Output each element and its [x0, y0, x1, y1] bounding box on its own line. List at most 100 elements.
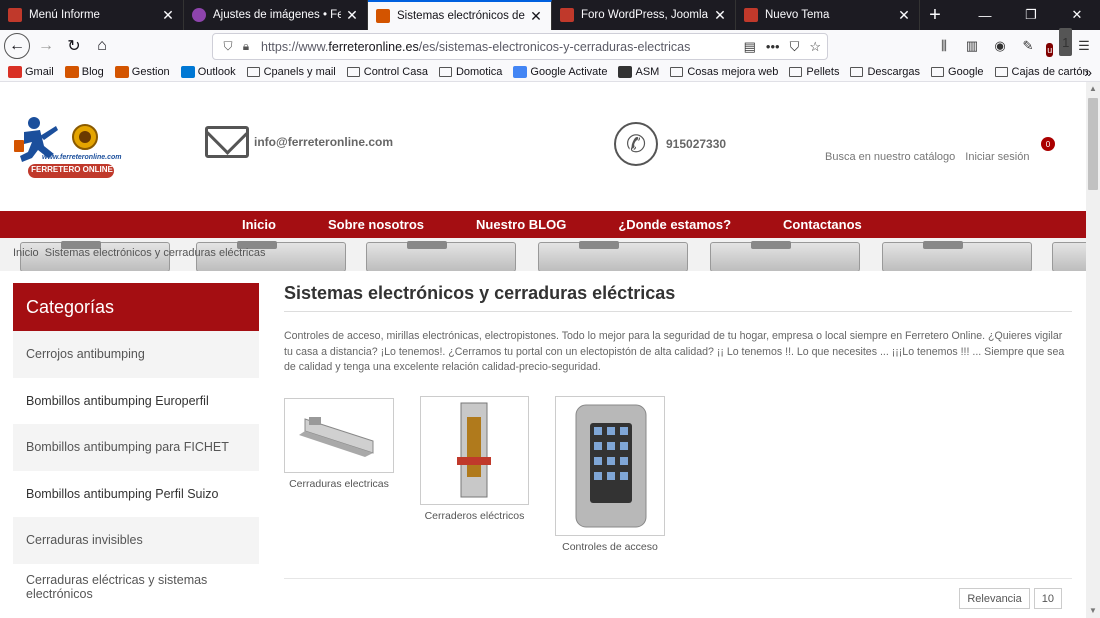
toolbar-right: ⫼ ▥ ◉ ✎ u1 ☰: [934, 28, 1094, 60]
bookmark-label: Cpanels y mail: [263, 65, 336, 78]
subcategory-cerraduras-electricas[interactable]: Cerraduras electricas: [284, 398, 394, 490]
reload-button[interactable]: ↻: [60, 32, 88, 60]
mail-icon: [205, 126, 249, 158]
close-icon[interactable]: ✕: [345, 7, 359, 24]
bookmark-item[interactable]: Blog: [64, 65, 104, 78]
nav-blog[interactable]: Nuestro BLOG: [476, 217, 566, 232]
bookmark-item[interactable]: Google: [931, 66, 984, 78]
sidebar-item-invisibles[interactable]: Cerraduras invisibles: [13, 517, 259, 564]
close-icon[interactable]: ✕: [529, 8, 543, 25]
home-button[interactable]: ⌂: [88, 32, 116, 60]
sidebar-item-fichet[interactable]: Bombillos antibumping para FICHET: [13, 424, 259, 471]
scroll-down-icon[interactable]: ▼: [1086, 604, 1100, 618]
new-tab-button[interactable]: +: [920, 0, 950, 30]
header-links: Busca en nuestro catálogo Iniciar sesión: [825, 151, 1029, 163]
bookmark-item[interactable]: Cosas mejora web: [670, 66, 778, 78]
bookmark-item[interactable]: Google Activate: [513, 65, 608, 78]
sidebar-item-perfil-suizo[interactable]: Bombillos antibumping Perfil Suizo: [13, 470, 259, 517]
reader-view-icon[interactable]: ▤: [744, 39, 756, 55]
subcategory-label[interactable]: Cerraderos eléctricos: [420, 510, 529, 522]
folder-icon: [246, 66, 260, 77]
category-description: Controles de acceso, mirillas electrónic…: [284, 330, 1065, 373]
login-link[interactable]: Iniciar sesión: [965, 151, 1029, 163]
nav-donde-estamos[interactable]: ¿Donde estamos?: [618, 217, 731, 232]
bookmark-item[interactable]: Gestion: [114, 65, 170, 78]
tab-sistemas-electronicos[interactable]: Sistemas electrónicos de alta ✕: [368, 0, 552, 30]
site-favicon-icon: [8, 65, 22, 78]
lock-image: [538, 241, 688, 271]
logo-url: www.ferreteronline.com: [42, 154, 122, 161]
folder-icon: [438, 66, 452, 77]
bookmark-item[interactable]: Gmail: [8, 65, 54, 78]
tab-ajustes-imagenes[interactable]: Ajustes de imágenes • Ferreteronline ✕: [184, 0, 368, 30]
shield-icon[interactable]: ⛉: [219, 39, 237, 54]
search-catalog-link[interactable]: Busca en nuestro catálogo: [825, 151, 955, 163]
email-address: info@ferreteronline.com: [254, 135, 394, 149]
nav-inicio[interactable]: Inicio: [242, 217, 276, 232]
forward-button[interactable]: →: [32, 32, 60, 60]
more-actions-icon[interactable]: •••: [766, 39, 780, 55]
scroll-thumb[interactable]: [1088, 98, 1098, 190]
address-bar[interactable]: ⛉ 🔒︎ https://www.ferreteronline.es/es/si…: [212, 33, 828, 60]
sidebar-icon[interactable]: ▥: [962, 32, 982, 60]
page-scrollbar[interactable]: ▲ ▼: [1086, 82, 1100, 618]
sort-select[interactable]: Relevancia: [959, 588, 1030, 609]
bookmark-item[interactable]: Cajas de cartón: [994, 66, 1089, 78]
bookmark-item[interactable]: ASM: [618, 65, 659, 78]
minimize-icon[interactable]: —: [962, 0, 1008, 30]
close-icon[interactable]: ✕: [713, 7, 727, 24]
library-icon[interactable]: ⫼: [934, 32, 954, 60]
site-favicon-icon: [114, 65, 129, 78]
close-icon[interactable]: ✕: [161, 7, 175, 24]
nav-sobre-nosotros[interactable]: Sobre nosotros: [328, 217, 424, 232]
subcategory-controles-acceso[interactable]: Controles de acceso: [555, 396, 665, 553]
breadcrumb-home[interactable]: Inicio: [13, 247, 39, 259]
bookmark-item[interactable]: Cpanels y mail: [246, 65, 336, 78]
bookmark-label: Gestion: [131, 65, 170, 78]
web-page: www.ferreteronline.com FERRETERO ONLINE …: [0, 82, 1086, 618]
bookmark-item[interactable]: Pellets: [789, 66, 839, 78]
phone-contact[interactable]: ✆ 915027330: [614, 122, 726, 166]
subcategory-image[interactable]: [284, 398, 394, 473]
sidebar-item-cerrojos[interactable]: Cerrojos antibumping: [13, 331, 259, 378]
close-window-icon[interactable]: ✕: [1054, 0, 1100, 30]
account-icon[interactable]: ◉: [990, 32, 1010, 60]
scroll-up-icon[interactable]: ▲: [1086, 82, 1100, 96]
subcategory-label[interactable]: Controles de acceso: [555, 541, 665, 553]
bookmark-star-icon[interactable]: ☆: [809, 39, 821, 55]
site-favicon-icon: [180, 65, 195, 78]
pocket-icon[interactable]: ⛉: [790, 39, 800, 55]
bookmark-label: Google Activate: [530, 65, 608, 78]
bookmark-item[interactable]: Outlook: [180, 65, 236, 78]
bookmark-label: Cosas mejora web: [687, 65, 779, 78]
bookmarks-overflow-icon[interactable]: »: [1084, 64, 1092, 80]
ublock-icon[interactable]: u1: [1046, 28, 1072, 60]
back-button[interactable]: ←: [4, 33, 30, 59]
bookmark-item[interactable]: Control Casa: [346, 66, 428, 78]
nav-contactanos[interactable]: Contactanos: [783, 217, 862, 232]
bookmark-item[interactable]: Domotica: [438, 66, 502, 78]
sidebar-item-europerfil[interactable]: Bombillos antibumping Europerfil: [13, 377, 259, 424]
subcategory-image[interactable]: [555, 396, 665, 536]
logo-brand: FERRETERO ONLINE: [31, 165, 113, 174]
tab-nuevo-tema[interactable]: Nuevo Tema ✕: [736, 0, 920, 30]
close-icon[interactable]: ✕: [897, 7, 911, 24]
eyedropper-icon[interactable]: ✎: [1018, 32, 1038, 60]
cart-count-badge[interactable]: 0: [1041, 137, 1055, 151]
subcategory-label[interactable]: Cerraduras electricas: [284, 478, 394, 490]
tab-foro-wordpress[interactable]: Foro WordPress, Joomla y Pr ✕: [552, 0, 736, 30]
menu-icon[interactable]: ☰: [1074, 32, 1094, 60]
restore-icon[interactable]: ❐: [1008, 0, 1054, 30]
favicon-icon: [8, 8, 22, 22]
subcategory-cerraderos-electricos[interactable]: Cerraderos eléctricos: [420, 396, 529, 522]
per-page-select[interactable]: 10: [1033, 588, 1062, 609]
url-text[interactable]: https://www.ferreteronline.es/es/sistema…: [261, 40, 736, 54]
tab-title: Nuevo Tema: [765, 9, 830, 21]
lock-icon[interactable]: 🔒︎: [237, 39, 255, 54]
lock-image: [710, 241, 860, 271]
tab-menu-informe[interactable]: Menú Informe ✕: [0, 0, 184, 30]
sidebar-item-electricas[interactable]: Cerraduras eléctricas y sistemas electró…: [13, 563, 259, 610]
bookmark-item[interactable]: Descargas: [850, 66, 920, 78]
subcategory-image[interactable]: [420, 396, 529, 505]
email-contact[interactable]: info@ferreteronline.com: [205, 126, 393, 158]
